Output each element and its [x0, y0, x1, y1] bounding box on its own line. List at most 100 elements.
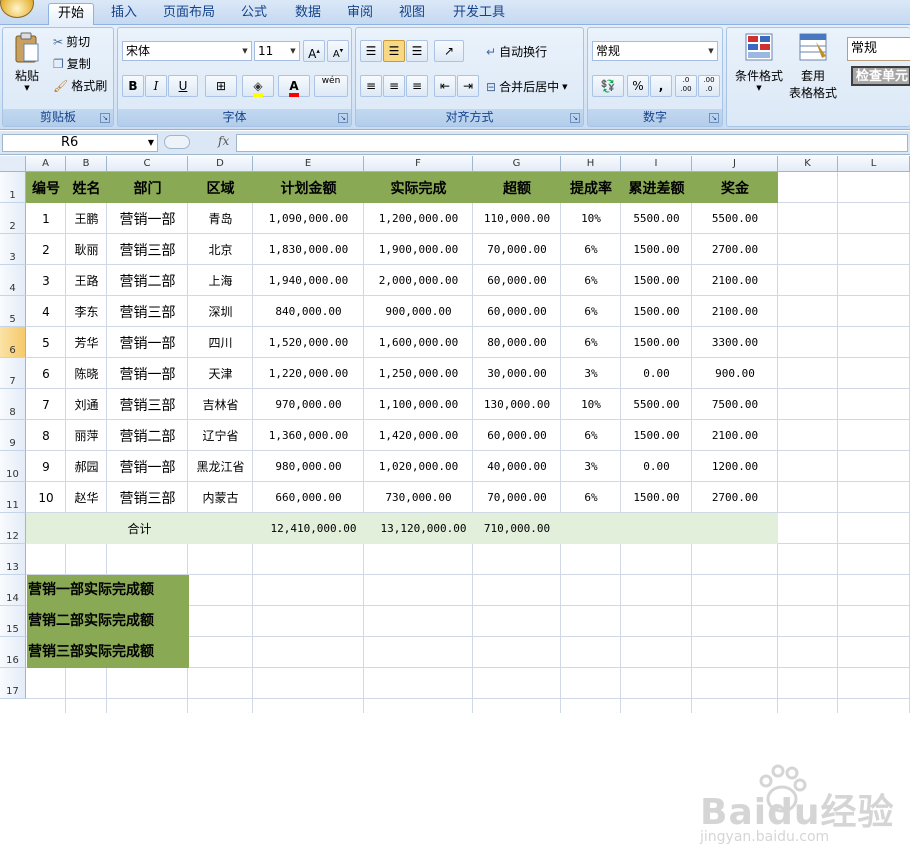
table-cell[interactable]: 0.00	[621, 451, 692, 482]
table-cell[interactable]: 2700.00	[692, 482, 778, 513]
column-header-g[interactable]: G	[473, 156, 561, 172]
table-cell[interactable]: 营销三部	[107, 234, 188, 265]
table-cell[interactable]: 营销三部	[107, 296, 188, 327]
table-cell[interactable]: 1,220,000.00	[253, 358, 364, 389]
table-cell[interactable]: 6%	[561, 296, 621, 327]
name-box[interactable]: R6 ▼	[2, 134, 158, 152]
tab-insert[interactable]: 插入	[104, 3, 144, 25]
table-cell[interactable]: 营销二部	[107, 420, 188, 451]
increase-indent-button[interactable]: ⇥	[457, 75, 479, 97]
table-cell[interactable]: 营销一部	[107, 358, 188, 389]
accounting-format-button[interactable]: 💱	[592, 75, 624, 97]
table-cell[interactable]: 耿丽	[66, 234, 107, 265]
table-cell[interactable]: 6%	[561, 265, 621, 296]
table-cell[interactable]: 芳华	[66, 327, 107, 358]
table-cell[interactable]: 营销三部	[107, 482, 188, 513]
row-header-10[interactable]: 10	[0, 451, 26, 482]
table-cell[interactable]: 1,360,000.00	[253, 420, 364, 451]
column-header-b[interactable]: B	[66, 156, 107, 172]
bold-button[interactable]: B	[122, 75, 144, 97]
table-cell[interactable]: 970,000.00	[253, 389, 364, 420]
header-cell[interactable]: 计划金额	[253, 172, 364, 203]
total-actual-cell[interactable]: 13,120,000.00	[374, 513, 473, 544]
underline-button[interactable]: U	[168, 75, 198, 97]
insert-function-icon[interactable]: fx	[218, 134, 229, 148]
align-bottom-button[interactable]: ☰	[406, 40, 428, 62]
cell-style-check-cell[interactable]: 检查单元	[851, 66, 910, 86]
table-cell[interactable]: 60,000.00	[473, 265, 561, 296]
table-cell[interactable]: 130,000.00	[473, 389, 561, 420]
table-cell[interactable]: 70,000.00	[473, 234, 561, 265]
total-plan-cell[interactable]: 12,410,000.00	[263, 513, 364, 544]
table-cell[interactable]: 天津	[188, 358, 253, 389]
table-cell[interactable]: 王鹏	[66, 203, 107, 234]
table-cell[interactable]: 1,420,000.00	[364, 420, 473, 451]
table-cell[interactable]: 6%	[561, 327, 621, 358]
table-cell[interactable]: 1,520,000.00	[253, 327, 364, 358]
table-cell[interactable]: 1500.00	[621, 420, 692, 451]
table-cell[interactable]: 内蒙古	[188, 482, 253, 513]
table-cell[interactable]: 辽宁省	[188, 420, 253, 451]
table-cell[interactable]: 1,940,000.00	[253, 265, 364, 296]
table-cell[interactable]: 30,000.00	[473, 358, 561, 389]
header-cell[interactable]: 编号	[26, 172, 66, 203]
fill-color-button[interactable]: ◈	[242, 75, 274, 97]
table-cell[interactable]: 1	[26, 203, 66, 234]
table-cell[interactable]: 2700.00	[692, 234, 778, 265]
conditional-format-button[interactable]: 条件格式 ▼	[731, 32, 787, 92]
column-header-l[interactable]: L	[838, 156, 910, 172]
decrease-indent-button[interactable]: ⇤	[434, 75, 456, 97]
row-header-8[interactable]: 8	[0, 389, 26, 420]
table-cell[interactable]: 四川	[188, 327, 253, 358]
table-cell[interactable]: 80,000.00	[473, 327, 561, 358]
tab-view[interactable]: 视图	[392, 3, 432, 25]
column-header-c[interactable]: C	[107, 156, 188, 172]
worksheet-grid[interactable]: ABCDEFGHIJKL 1 2 3 4 5 6 7 8 9 10 11 12 13 14 15 16 17 编…	[0, 156, 910, 845]
table-cell[interactable]: 1,900,000.00	[364, 234, 473, 265]
percent-button[interactable]: %	[627, 75, 649, 97]
table-cell[interactable]: 0.00	[621, 358, 692, 389]
select-all-corner[interactable]	[0, 156, 26, 172]
tab-home[interactable]: 开始	[48, 3, 94, 25]
table-cell[interactable]: 刘通	[66, 389, 107, 420]
column-header-j[interactable]: J	[692, 156, 778, 172]
cell-style-normal[interactable]: 常规	[847, 37, 910, 61]
tab-review[interactable]: 审阅	[340, 3, 380, 25]
table-cell[interactable]: 1,250,000.00	[364, 358, 473, 389]
table-cell[interactable]: 1200.00	[692, 451, 778, 482]
paste-button[interactable]: 粘贴 ▼	[9, 32, 45, 92]
table-cell[interactable]: 北京	[188, 234, 253, 265]
cut-button[interactable]: ✂ 剪切	[53, 33, 90, 50]
shrink-font-button[interactable]: A▾	[327, 40, 349, 62]
dialog-launcher-icon[interactable]: ↘	[709, 113, 719, 123]
row-header-12[interactable]: 12	[0, 513, 26, 544]
table-cell[interactable]: 3%	[561, 451, 621, 482]
dialog-launcher-icon[interactable]: ↘	[338, 113, 348, 123]
table-cell[interactable]: 青岛	[188, 203, 253, 234]
table-cell[interactable]: 5500.00	[692, 203, 778, 234]
increase-decimal-button[interactable]: .0 .00	[675, 75, 697, 97]
table-cell[interactable]: 1,020,000.00	[364, 451, 473, 482]
office-button[interactable]	[0, 0, 34, 18]
row-header-17[interactable]: 17	[0, 668, 26, 699]
formula-input[interactable]	[236, 134, 908, 152]
row-header-6[interactable]: 6	[0, 327, 26, 358]
font-size-combo[interactable]: 11 ▼	[254, 41, 300, 61]
table-cell[interactable]: 5500.00	[621, 389, 692, 420]
grow-font-button[interactable]: A▴	[303, 40, 325, 62]
table-cell[interactable]: 10	[26, 482, 66, 513]
formula-expand-icon[interactable]	[164, 135, 190, 149]
orientation-button[interactable]: ↗	[434, 40, 464, 62]
table-cell[interactable]: 5	[26, 327, 66, 358]
header-cell[interactable]: 区域	[188, 172, 253, 203]
number-format-combo[interactable]: 常规 ▼	[592, 41, 718, 61]
row-header-15[interactable]: 15	[0, 606, 26, 637]
table-cell[interactable]: 60,000.00	[473, 420, 561, 451]
table-cell[interactable]: 660,000.00	[253, 482, 364, 513]
table-cell[interactable]: 1500.00	[621, 296, 692, 327]
wrap-text-button[interactable]: ↵ 自动换行	[486, 43, 547, 60]
align-top-button[interactable]: ☰	[360, 40, 382, 62]
row-header-14[interactable]: 14	[0, 575, 26, 606]
table-cell[interactable]: 1500.00	[621, 265, 692, 296]
row-header-3[interactable]: 3	[0, 234, 26, 265]
